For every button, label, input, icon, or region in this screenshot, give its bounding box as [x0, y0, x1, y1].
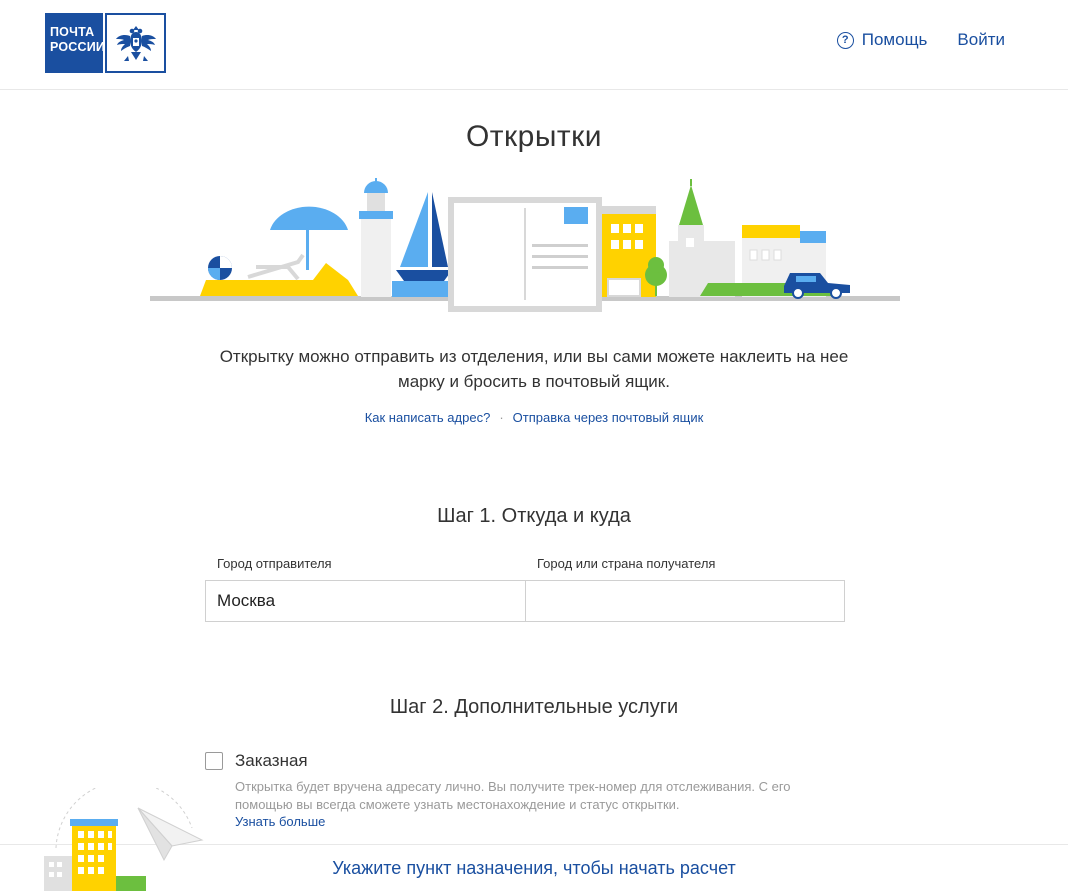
logo-line-2: РОССИИ	[50, 40, 106, 54]
registered-desc-line-1: Открытка будет вручена адресату лично. В…	[235, 779, 791, 794]
sender-city-input[interactable]	[206, 581, 526, 621]
send-via-mailbox-link[interactable]: Отправка через почтовый ящик	[513, 410, 704, 425]
postcard-city-illustration	[150, 178, 900, 312]
registered-description: Открытка будет вручена адресату лично. В…	[235, 778, 855, 814]
help-label: Помощь	[861, 30, 928, 49]
eagle-emblem-icon	[105, 13, 166, 73]
top-nav: ? Помощь Войти	[836, 30, 1005, 50]
help-link[interactable]: ? Помощь	[836, 30, 928, 50]
intro-text: Открытку можно отправить из отделения, и…	[0, 344, 1068, 394]
link-separator: ·	[499, 410, 504, 425]
route-fields	[205, 580, 845, 622]
registered-desc-line-2: помощью вы всегда сможете узнать местона…	[235, 797, 680, 812]
calculation-prompt: Укажите пункт назначения, чтобы начать р…	[332, 858, 736, 878]
info-links: Как написать адрес? · Отправка через почто…	[0, 410, 1068, 425]
question-circle-icon: ?	[836, 31, 854, 49]
registered-checkbox[interactable]	[205, 752, 223, 770]
intro-line-2: марку и бросить в почтовый ящик.	[398, 372, 670, 391]
recipient-city-label: Город или страна получателя	[537, 556, 716, 571]
logo-line-1: ПОЧТА	[50, 25, 95, 39]
site-header: ПОЧТА РОССИИ ? Помощь Войти	[0, 0, 1068, 90]
logo-wordmark: ПОЧТА РОССИИ	[45, 13, 106, 73]
how-to-write-address-link[interactable]: Как написать адрес?	[365, 410, 491, 425]
step2-title: Шаг 2. Дополнительные услуги	[389, 696, 679, 718]
recipient-city-input[interactable]	[526, 581, 844, 621]
learn-more-link[interactable]: Узнать больше	[235, 814, 325, 829]
step1-title: Шаг 1. Откуда и куда	[437, 505, 631, 527]
registered-label[interactable]: Заказная	[235, 751, 308, 771]
sender-city-label: Город отправителя	[217, 556, 332, 571]
login-link[interactable]: Войти	[957, 30, 1005, 50]
pochta-rossii-logo[interactable]: ПОЧТА РОССИИ	[45, 13, 166, 73]
intro-line-1: Открытку можно отправить из отделения, и…	[219, 347, 849, 366]
page-title: Открытки	[465, 120, 603, 153]
